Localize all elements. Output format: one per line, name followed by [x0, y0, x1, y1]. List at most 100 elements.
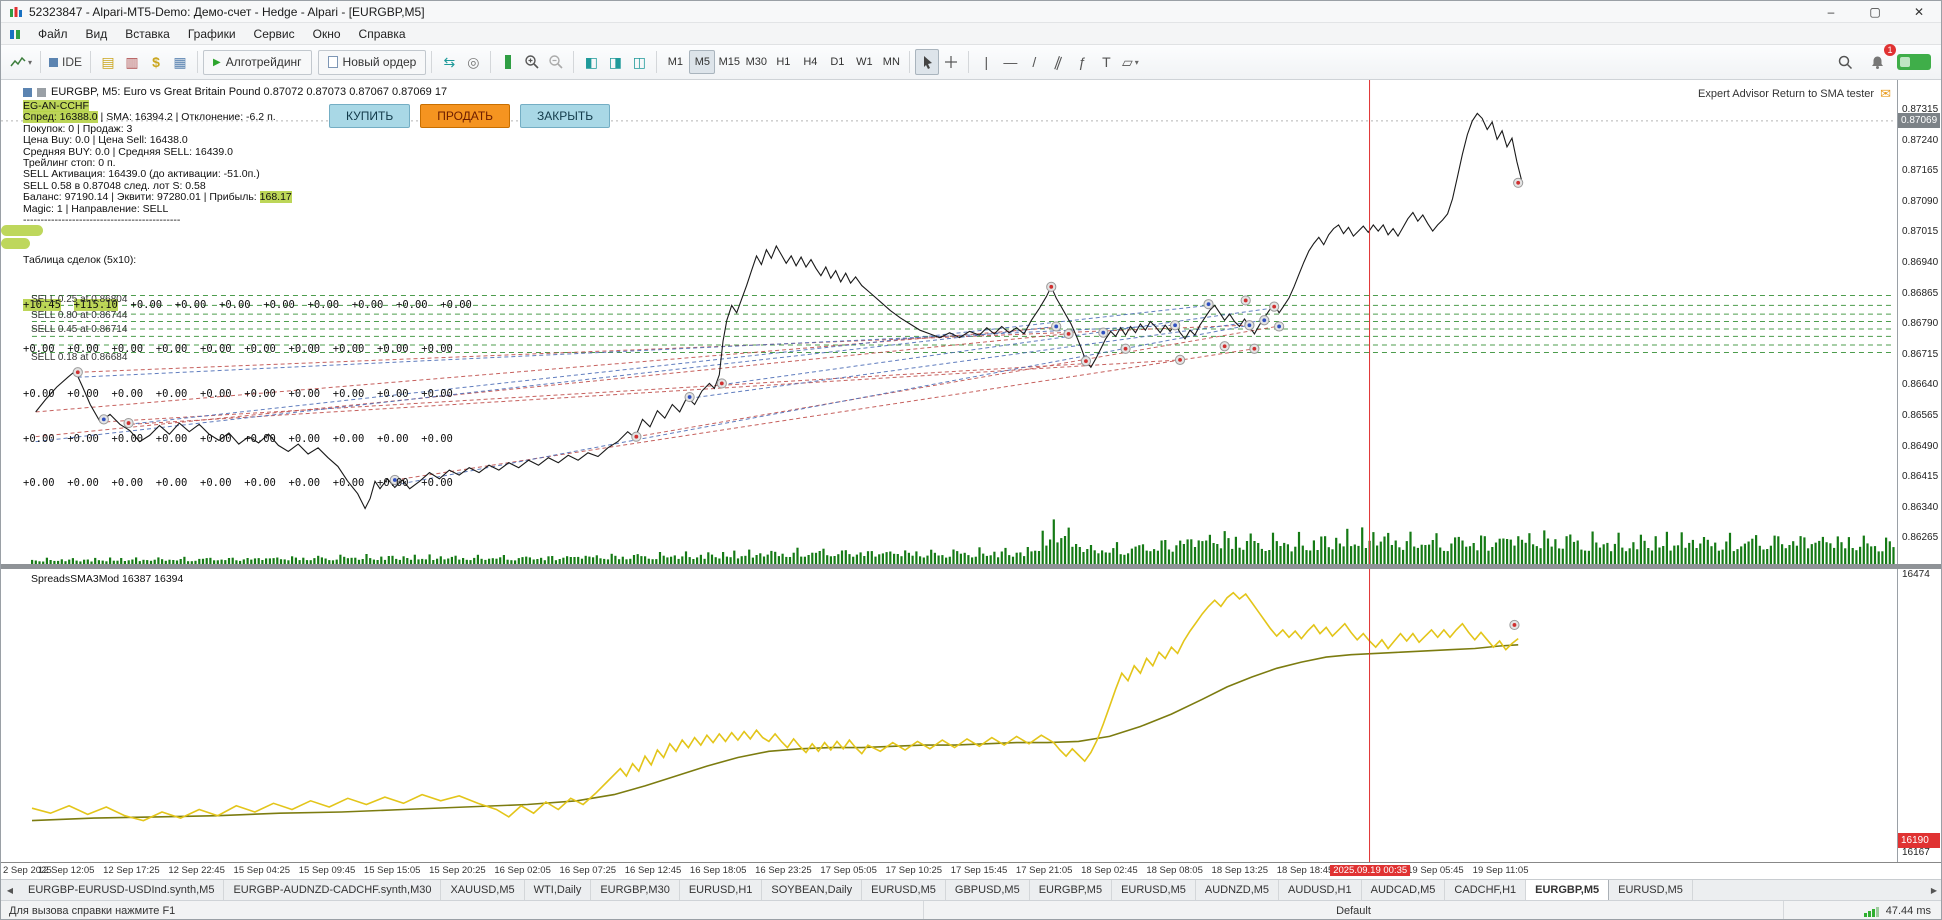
profile-name[interactable]: Default [923, 901, 1783, 919]
timeframe-group: M1 M5 M15 M30 H1 H4 D1 W1 MN [662, 50, 904, 74]
chart-mini-icon [37, 87, 46, 97]
chart-tab[interactable]: WTI,Daily [525, 880, 592, 900]
chart-tab[interactable]: AUDNZD,M5 [1196, 880, 1280, 900]
ide-button[interactable]: IDE [46, 49, 85, 75]
chart-tab[interactable]: EURGBP-AUDNZD-CADCHF.synth,M30 [224, 880, 442, 900]
timeframe-button[interactable]: M30 [743, 50, 769, 74]
timeframe-button[interactable]: M5 [689, 50, 716, 74]
menu-item[interactable]: Графики [179, 25, 245, 43]
timeframe-button[interactable]: M15 [716, 50, 742, 74]
mail-icon[interactable]: ✉ [1880, 86, 1891, 102]
price-label: 0.86715 [1902, 348, 1939, 360]
main-toolbar: ▾ IDE ▤ ▥ $ ▦ ▶ Алготрейдинг Новый ордер… [1, 44, 1941, 80]
zoom-out-icon[interactable] [544, 49, 568, 75]
candles-icon[interactable] [496, 49, 520, 75]
time-label: 17 Sep 10:25 [885, 865, 943, 876]
chart-tab[interactable]: EURGBP,M5 [1526, 880, 1610, 900]
sell-button[interactable]: ПРОДАТЬ [420, 104, 511, 128]
menu-item[interactable]: Файл [29, 25, 77, 43]
fibonacci-tool-icon[interactable]: ƒ [1070, 49, 1094, 75]
price-label: 0.86940 [1902, 257, 1939, 268]
chart-type-dropdown[interactable]: ▾ [7, 49, 35, 75]
expert-advisor-label: Expert Advisor Return to SMA tester ✉ [1698, 86, 1891, 102]
time-label: 12 Sep 12:05 [37, 865, 95, 876]
objects-list-icon[interactable]: ◎ [461, 49, 485, 75]
time-label: 16 Sep 02:05 [494, 865, 551, 876]
chart-tab[interactable]: XAUUSD,M5 [441, 880, 525, 900]
vertical-line-tool-icon[interactable]: | [974, 49, 998, 75]
chart-tab[interactable]: AUDUSD,H1 [1279, 880, 1362, 900]
panel-splitter[interactable] [1, 564, 1941, 569]
status-bar: Для вызова справки нажмите F1 Default 47… [1, 900, 1941, 919]
ea-balance-line: Баланс: 97190.14 | Эквити: 97280.01 | Пр… [23, 191, 292, 204]
trade-dollar-icon[interactable]: $ [144, 49, 168, 75]
price-label: 0.86565 [1902, 410, 1939, 421]
cascade-windows-icon[interactable]: ◨ [603, 49, 627, 75]
price-label: 0.86415 [1902, 471, 1939, 483]
chart-tab[interactable]: EURUSD,M5 [1112, 880, 1196, 900]
cycle-symbols-icon[interactable]: ⇆ [437, 49, 461, 75]
chart-tab[interactable]: EURGBP,M5 [1030, 880, 1113, 900]
time-label: 15 Sep 20:25 [429, 865, 486, 876]
zoom-in-icon[interactable] [520, 49, 544, 75]
close-button[interactable]: ✕ [1897, 1, 1941, 22]
connection-status-icon[interactable] [1897, 54, 1931, 70]
chart-tab[interactable]: EURUSD,H1 [680, 880, 763, 900]
time-label: 15 Sep 09:45 [298, 865, 356, 876]
price-label: 0.86265 [1902, 532, 1939, 544]
price-scale[interactable]: 0.87315 0.87240 0.87165 0.87090 0.87015 0.869… [1897, 80, 1941, 862]
menu-item[interactable]: Справка [350, 25, 415, 43]
notifications-bell-icon[interactable]: 1 [1865, 44, 1896, 75]
menu-item[interactable]: Вид [77, 25, 117, 43]
chart-tab[interactable]: EURUSD,M5 [862, 880, 946, 900]
timeframe-button[interactable]: MN [878, 50, 904, 74]
search-icon[interactable] [1833, 49, 1857, 75]
cursor-tool-icon[interactable] [915, 49, 940, 75]
connection-cell[interactable]: 47.44 ms [1783, 901, 1941, 919]
arrange-windows-icon[interactable]: ◫ [627, 49, 651, 75]
chart-tab[interactable]: GBPUSD,M5 [946, 880, 1030, 900]
menu-item[interactable]: Сервис [245, 25, 304, 43]
timeframe-button[interactable]: D1 [824, 50, 850, 74]
horizontal-line-tool-icon[interactable]: — [998, 49, 1022, 75]
navigator-icon[interactable]: ▦ [168, 49, 192, 75]
new-order-button[interactable]: Новый ордер [317, 49, 427, 75]
trendline-tool-icon[interactable]: / [1022, 49, 1046, 75]
timeframe-button[interactable]: H4 [797, 50, 823, 74]
market-watch-icon[interactable]: ▤ [96, 49, 120, 75]
sell-level-label: SELL 0.25 at 0.86804 [31, 294, 128, 305]
tabs-scroll-left[interactable]: ◀ [1, 880, 19, 900]
timeframe-button[interactable]: W1 [851, 50, 877, 74]
channel-tool-icon[interactable]: ∥ [1046, 49, 1070, 75]
chart-tab[interactable]: EURUSD,M5 [1609, 880, 1693, 900]
app-logo-icon [9, 6, 23, 18]
chart-tab[interactable]: CADCHF,H1 [1445, 880, 1527, 900]
ea-comment-panel: EG-AN-CCHF Спред: 16388.0 | SMA: 16394.2… [23, 100, 292, 227]
tile-windows-icon[interactable]: ◧ [579, 49, 603, 75]
close-positions-button[interactable]: ЗАКРЫТЬ [520, 104, 611, 128]
menu-item[interactable]: Вставка [116, 25, 179, 43]
timeframe-button[interactable]: H1 [770, 50, 796, 74]
chart-tab[interactable]: SOYBEAN,Daily [762, 880, 863, 900]
time-axis[interactable]: 2 Sep 2025 12 Sep 12:05 12 Sep 17:25 12 Sep… [1, 862, 1941, 879]
menu-item[interactable]: Окно [304, 25, 350, 43]
data-window-icon[interactable]: ▥ [120, 49, 144, 75]
latency-value: 47.44 ms [1885, 905, 1931, 917]
buy-button[interactable]: КУПИТЬ [329, 104, 411, 128]
minimize-button[interactable]: – [1809, 1, 1853, 22]
ea-profit-value: 168.17 [259, 191, 292, 204]
price-label: 0.86640 [1902, 379, 1939, 391]
tabs-scroll-right[interactable]: ▶ [1925, 880, 1941, 900]
maximize-button[interactable]: ▢ [1853, 1, 1897, 22]
timeframe-button[interactable]: M1 [662, 50, 688, 74]
text-tool-icon[interactable]: T [1094, 49, 1118, 75]
chart-tab[interactable]: EURGBP-EURUSD-USDInd.synth,M5 [19, 880, 225, 900]
algo-trading-button[interactable]: ▶ Алготрейдинг [203, 49, 312, 75]
shapes-dropdown-icon[interactable]: ▱ ▾ [1118, 49, 1142, 75]
chart-tab[interactable]: AUDCAD,M5 [1362, 880, 1446, 900]
time-label: 17 Sep 05:05 [820, 865, 877, 876]
ide-icon [49, 57, 59, 67]
crosshair-tool-icon[interactable] [939, 49, 963, 75]
chart-tab[interactable]: EURGBP,M30 [591, 880, 680, 900]
order-doc-icon [327, 56, 338, 68]
